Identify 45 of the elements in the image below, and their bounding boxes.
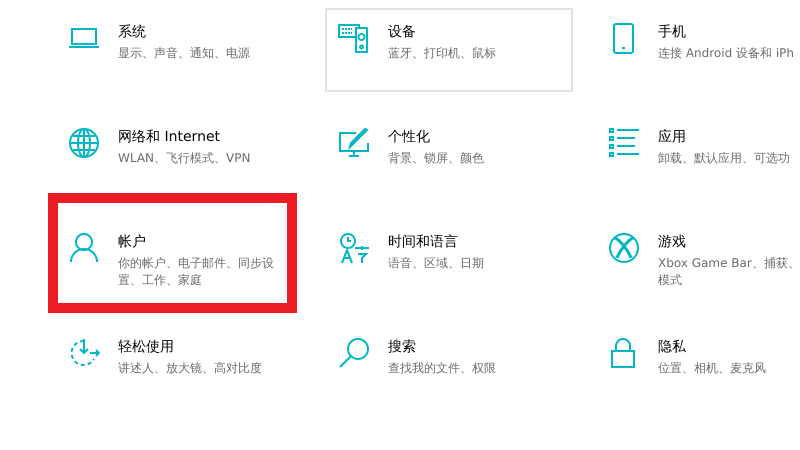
category-description: 位置、相机、麦克风 xyxy=(658,360,766,377)
category-title: 搜索 xyxy=(388,338,417,357)
category-title: 时间和语言 xyxy=(388,233,459,252)
settings-category[interactable]: 手机 连接 Android 设备和 iPh xyxy=(595,8,800,92)
category-description: WLAN、飞行模式、VPN xyxy=(118,150,250,167)
category-title: 手机 xyxy=(658,23,687,42)
settings-category[interactable]: 时间和语言 语音、区域、日期 xyxy=(325,218,573,302)
category-title: 网络和 Internet xyxy=(118,128,222,147)
settings-category[interactable]: 隐私 位置、相机、麦克风 xyxy=(595,323,800,407)
circle-x-icon xyxy=(608,232,640,264)
clock-letters-icon xyxy=(338,232,370,264)
list-icon xyxy=(608,127,640,159)
dashed-clock-icon xyxy=(68,337,100,369)
globe-icon xyxy=(68,127,100,159)
category-title: 隐私 xyxy=(658,338,687,357)
category-title: 轻松使用 xyxy=(118,338,175,357)
settings-category[interactable]: 设备 蓝牙、打印机、鼠标 xyxy=(325,8,573,92)
category-description: 你的帐户、电子邮件、同步设 置、工作、家庭 xyxy=(118,255,274,289)
category-description: 显示、声音、通知、电源 xyxy=(118,45,250,62)
category-title: 个性化 xyxy=(388,128,431,147)
category-description: 语音、区域、日期 xyxy=(388,255,484,272)
search-icon xyxy=(338,337,370,369)
category-description: 讲述人、放大镜、高对比度 xyxy=(118,360,262,377)
settings-category[interactable]: 搜索 查找我的文件、权限 xyxy=(325,323,573,407)
settings-category[interactable]: 轻松使用 讲述人、放大镜、高对比度 xyxy=(55,323,303,407)
monitor-brush-icon xyxy=(338,127,370,159)
category-description: 卸载、默认应用、可选功 xyxy=(658,150,790,167)
settings-category[interactable]: 个性化 背景、锁屏、颜色 xyxy=(325,113,573,197)
person-icon xyxy=(68,232,100,264)
category-description: 查找我的文件、权限 xyxy=(388,360,496,377)
settings-category[interactable]: 游戏 Xbox Game Bar、捕获、 模式 xyxy=(595,218,800,302)
category-title: 帐户 xyxy=(118,233,147,252)
category-title: 系统 xyxy=(118,23,147,42)
category-description: 背景、锁屏、颜色 xyxy=(388,150,484,167)
settings-category[interactable]: 网络和 Internet WLAN、飞行模式、VPN xyxy=(55,113,303,197)
category-title: 设备 xyxy=(388,23,417,42)
category-description: 蓝牙、打印机、鼠标 xyxy=(388,45,496,62)
settings-category[interactable]: 应用 卸载、默认应用、可选功 xyxy=(595,113,800,197)
category-title: 游戏 xyxy=(658,233,687,252)
keyboard-speaker-icon xyxy=(338,22,370,54)
category-description: 连接 Android 设备和 iPh xyxy=(658,45,794,62)
settings-category[interactable]: 帐户 你的帐户、电子邮件、同步设 置、工作、家庭 xyxy=(55,218,303,302)
category-title: 应用 xyxy=(658,128,687,147)
category-description: Xbox Game Bar、捕获、 模式 xyxy=(658,255,800,289)
settings-category[interactable]: 系统 显示、声音、通知、电源 xyxy=(55,8,303,92)
